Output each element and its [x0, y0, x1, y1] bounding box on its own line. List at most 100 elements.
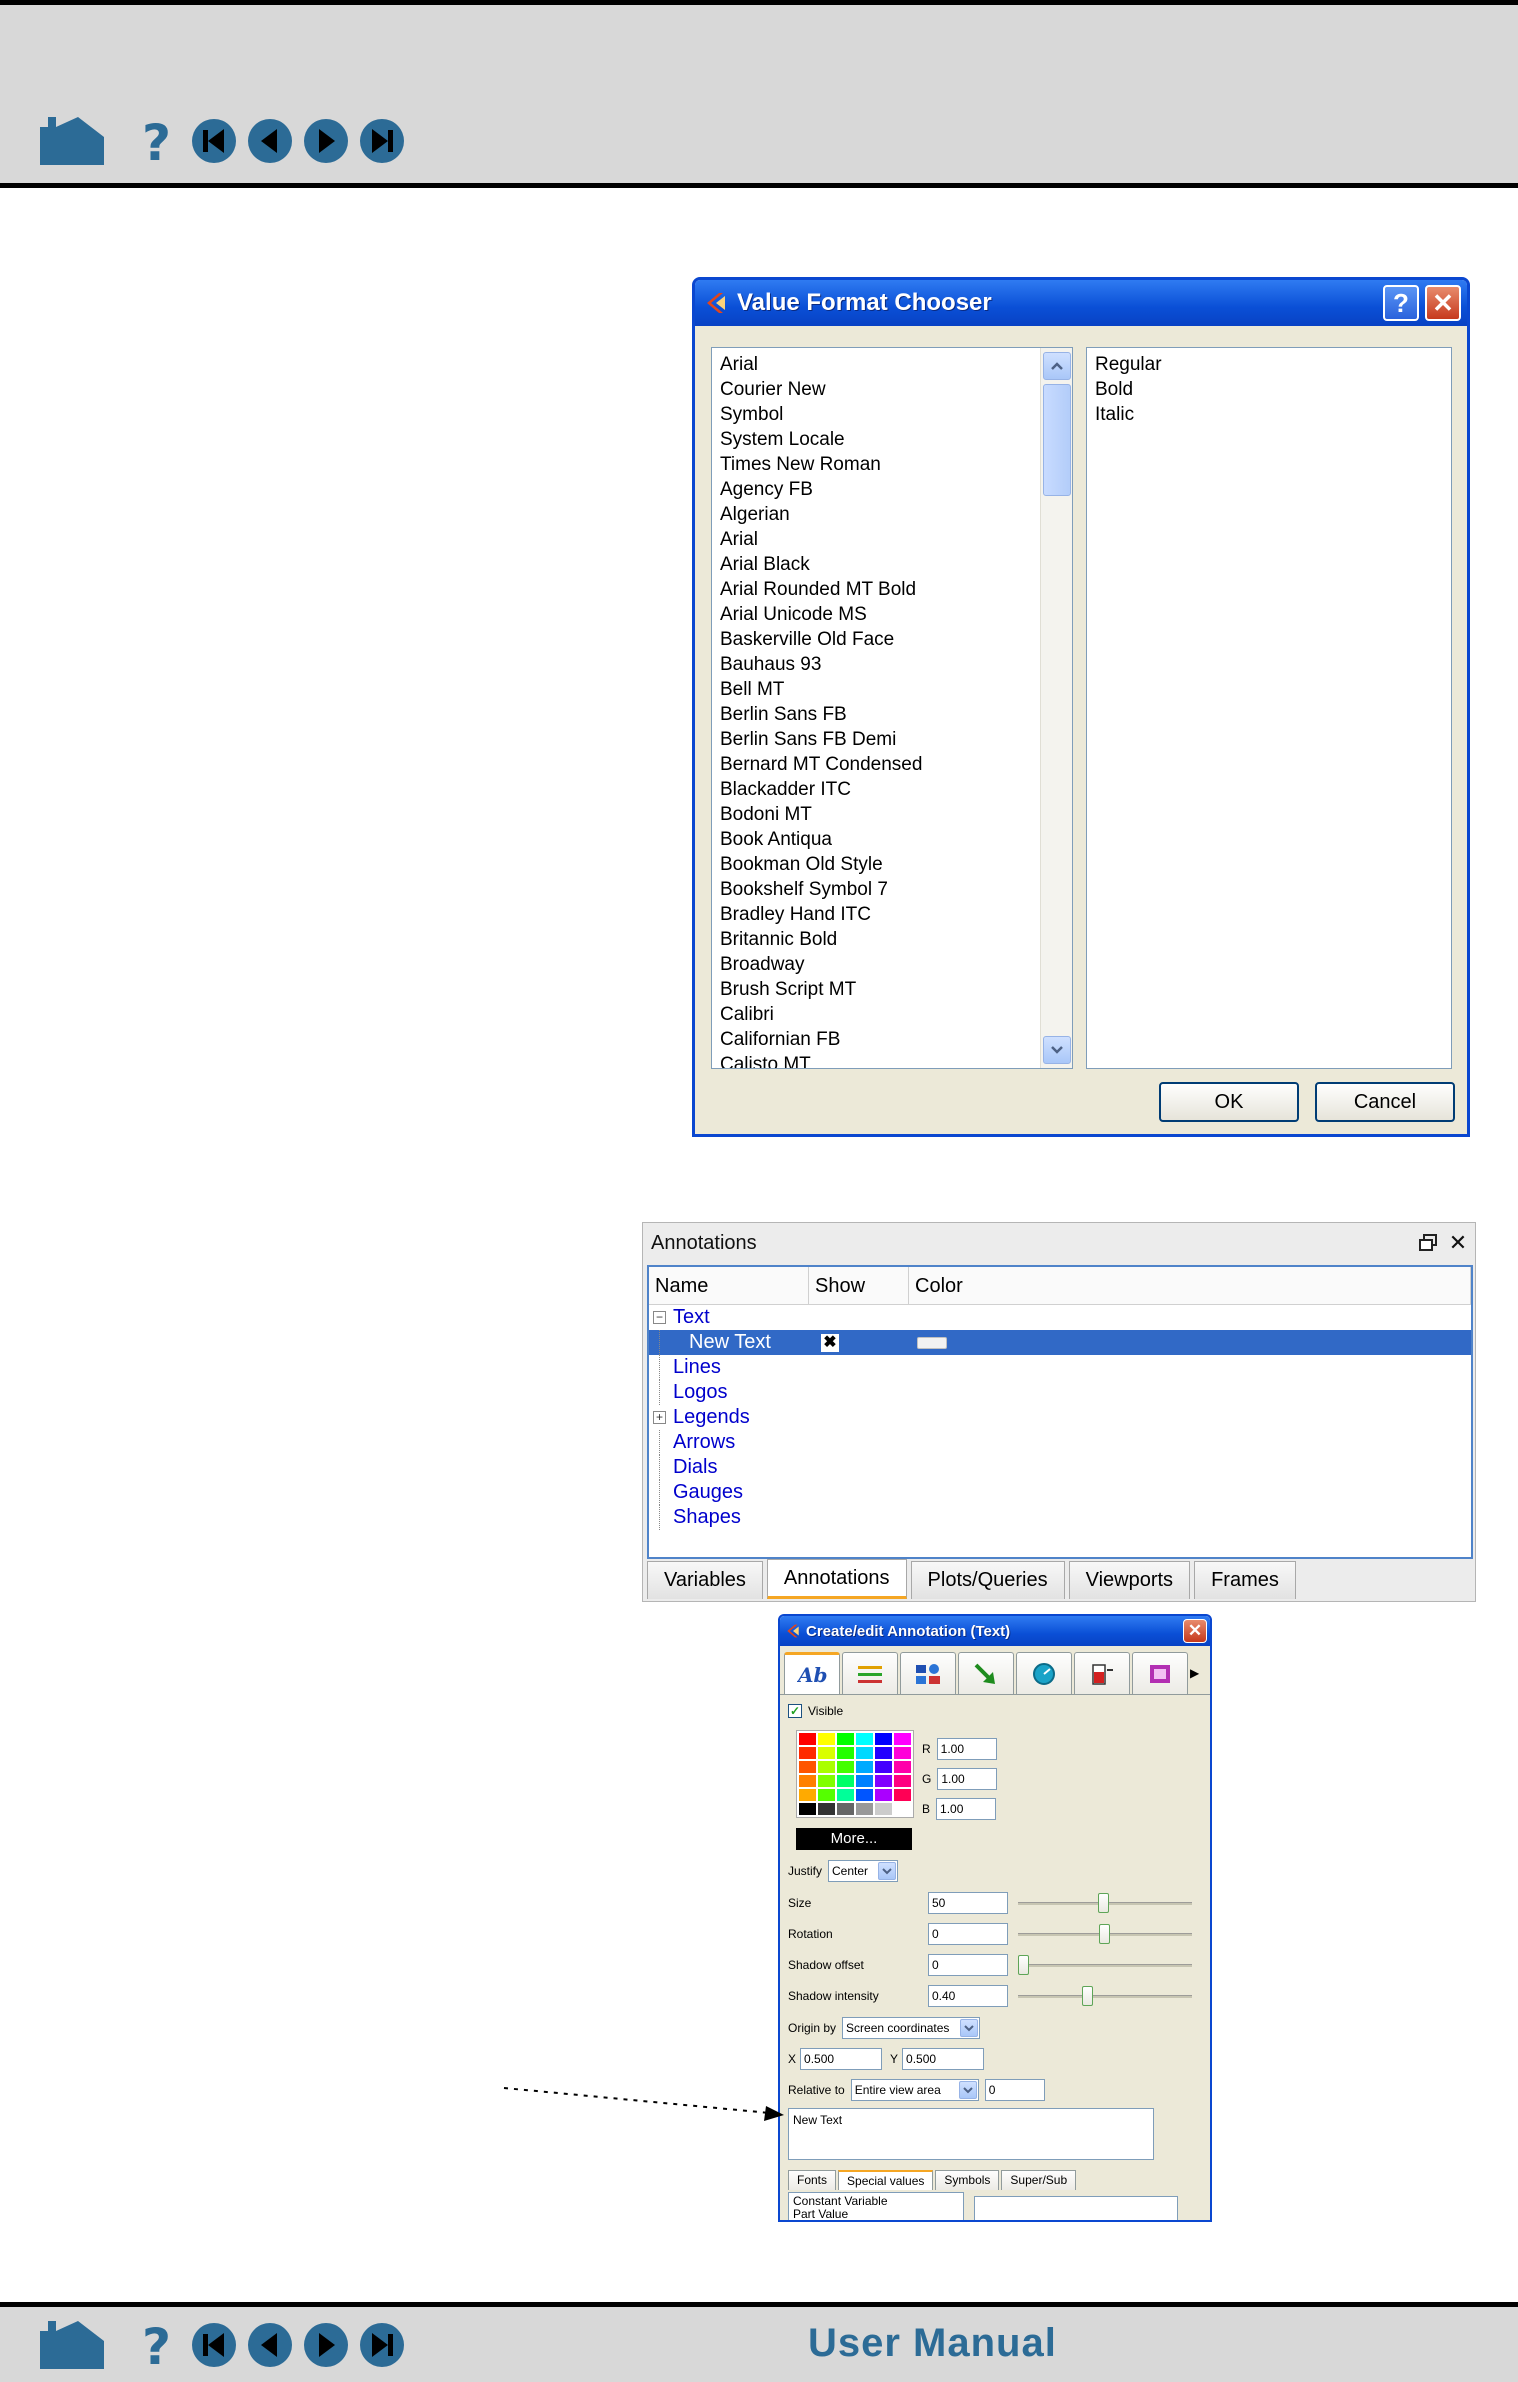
- collapse-icon[interactable]: −: [653, 1311, 666, 1324]
- font-list-item[interactable]: Blackadder ITC: [720, 777, 922, 802]
- tree-row[interactable]: Logos: [649, 1380, 1471, 1405]
- help-icon[interactable]: ?: [134, 2320, 182, 2370]
- text-option-tab[interactable]: Super/Sub: [1001, 2170, 1077, 2190]
- color-palette-swatch[interactable]: [837, 1789, 854, 1801]
- color-palette-swatch[interactable]: [837, 1747, 854, 1759]
- rotation-input[interactable]: 0: [928, 1923, 1008, 1945]
- column-header-show[interactable]: Show: [809, 1267, 909, 1305]
- rotation-slider[interactable]: [1018, 1923, 1192, 1945]
- color-palette-swatch[interactable]: [818, 1761, 835, 1773]
- color-palette-swatch[interactable]: [799, 1733, 816, 1745]
- color-palette-swatch[interactable]: [856, 1733, 873, 1745]
- special-values-list[interactable]: Constant Variable Part Value: [788, 2192, 964, 2221]
- font-list-item[interactable]: Arial Black: [720, 552, 922, 577]
- scroll-up-button[interactable]: [1043, 352, 1071, 380]
- color-palette-swatch[interactable]: [799, 1747, 816, 1759]
- color-palette-swatch[interactable]: [818, 1747, 835, 1759]
- close-button[interactable]: ✕: [1183, 1619, 1207, 1643]
- color-palette-swatch[interactable]: [894, 1789, 911, 1801]
- tabs-scroll-right-icon[interactable]: ▶: [1190, 1652, 1200, 1694]
- home-icon[interactable]: [38, 2321, 106, 2369]
- font-list-scrollbar[interactable]: [1040, 348, 1072, 1068]
- previous-page-icon[interactable]: [246, 2321, 294, 2369]
- arrows-tab[interactable]: [958, 1652, 1014, 1694]
- show-toggle-checkbox[interactable]: ✖: [821, 1334, 839, 1352]
- font-list-item[interactable]: Bauhaus 93: [720, 652, 922, 677]
- color-palette-swatch[interactable]: [837, 1775, 854, 1787]
- special-value-item[interactable]: Part Value: [793, 2208, 959, 2221]
- style-list-item[interactable]: Bold: [1095, 377, 1162, 402]
- shapes-tab[interactable]: [1132, 1652, 1188, 1694]
- font-list-item[interactable]: Symbol: [720, 402, 922, 427]
- size-input[interactable]: 50: [928, 1892, 1008, 1914]
- next-page-icon[interactable]: [302, 117, 350, 165]
- color-palette-swatch[interactable]: [875, 1775, 892, 1787]
- dials-tab[interactable]: [1016, 1652, 1072, 1694]
- font-list-item[interactable]: Bernard MT Condensed: [720, 752, 922, 777]
- ok-button[interactable]: OK: [1159, 1082, 1299, 1122]
- font-list-item[interactable]: Arial: [720, 352, 922, 377]
- scroll-thumb[interactable]: [1043, 384, 1071, 496]
- font-list-item[interactable]: Bodoni MT: [720, 802, 922, 827]
- font-list-item[interactable]: Brush Script MT: [720, 977, 922, 1002]
- dialog-title-bar[interactable]: Create/edit Annotation (Text) ✕: [780, 1616, 1210, 1646]
- text-option-tab[interactable]: Special values: [838, 2170, 934, 2190]
- help-button[interactable]: ?: [1383, 285, 1419, 321]
- slider-thumb[interactable]: [1018, 1955, 1029, 1975]
- font-list-item[interactable]: Agency FB: [720, 477, 922, 502]
- color-palette-swatch[interactable]: [894, 1761, 911, 1773]
- font-list-item[interactable]: Courier New: [720, 377, 922, 402]
- shadow-offset-input[interactable]: 0: [928, 1954, 1008, 1976]
- font-list-item[interactable]: Broadway: [720, 952, 922, 977]
- color-palette-swatch[interactable]: [875, 1803, 892, 1815]
- color-palette-swatch[interactable]: [818, 1803, 835, 1815]
- color-palette-swatch[interactable]: [818, 1733, 835, 1745]
- color-palette-swatch[interactable]: [856, 1775, 873, 1787]
- panel-tab[interactable]: Annotations: [766, 1559, 907, 1599]
- logos-tab[interactable]: [900, 1652, 956, 1694]
- panel-tab[interactable]: Viewports: [1068, 1561, 1191, 1599]
- home-icon[interactable]: [38, 117, 106, 165]
- font-list-item[interactable]: Bookman Old Style: [720, 852, 922, 877]
- tree-row[interactable]: Gauges: [649, 1480, 1471, 1505]
- slider-thumb[interactable]: [1099, 1924, 1110, 1944]
- g-input[interactable]: 1.00: [937, 1768, 998, 1790]
- last-page-icon[interactable]: [358, 2321, 406, 2369]
- r-input[interactable]: 1.00: [936, 1738, 997, 1760]
- dialog-title-bar[interactable]: Value Format Chooser ? ✕: [695, 280, 1467, 326]
- font-family-list[interactable]: Arial Courier New Symbol System Locale Times…: [711, 347, 1073, 1069]
- color-palette-swatch[interactable]: [837, 1761, 854, 1773]
- font-list-item[interactable]: Arial: [720, 527, 922, 552]
- relative-select[interactable]: Entire view area: [850, 2079, 979, 2101]
- color-palette-swatch[interactable]: [894, 1803, 911, 1815]
- color-palette-swatch[interactable]: [818, 1789, 835, 1801]
- font-list-item[interactable]: Bell MT: [720, 677, 922, 702]
- color-palette-swatch[interactable]: [799, 1775, 816, 1787]
- font-list-item[interactable]: Baskerville Old Face: [720, 627, 922, 652]
- font-list-item[interactable]: Book Antiqua: [720, 827, 922, 852]
- font-list-item[interactable]: Berlin Sans FB: [720, 702, 922, 727]
- help-icon[interactable]: ?: [134, 116, 182, 166]
- y-input[interactable]: 0.500: [902, 2048, 985, 2070]
- last-page-icon[interactable]: [358, 117, 406, 165]
- color-palette-swatch[interactable]: [856, 1803, 873, 1815]
- color-palette-swatch[interactable]: [875, 1761, 892, 1773]
- column-header-name[interactable]: Name: [649, 1267, 809, 1305]
- tree-row[interactable]: Dials: [649, 1455, 1471, 1480]
- font-list-item[interactable]: Berlin Sans FB Demi: [720, 727, 922, 752]
- color-palette-swatch[interactable]: [856, 1747, 873, 1759]
- color-palette-swatch[interactable]: [799, 1761, 816, 1773]
- more-colors-button[interactable]: More...: [796, 1828, 912, 1850]
- font-list-item[interactable]: Bookshelf Symbol 7: [720, 877, 922, 902]
- first-page-icon[interactable]: [190, 2321, 238, 2369]
- color-palette-swatch[interactable]: [875, 1789, 892, 1801]
- annotation-text-input[interactable]: New Text: [788, 2108, 1154, 2160]
- color-swatch[interactable]: [917, 1337, 947, 1349]
- font-list-item[interactable]: System Locale: [720, 427, 922, 452]
- color-palette-swatch[interactable]: [894, 1747, 911, 1759]
- text-option-tab[interactable]: Fonts: [788, 2170, 837, 2190]
- tree-row[interactable]: New Text ✖: [649, 1330, 1471, 1355]
- font-list-item[interactable]: Calisto MT: [720, 1052, 922, 1068]
- font-list-item[interactable]: Calibri: [720, 1002, 922, 1027]
- text-tab[interactable]: Ab: [784, 1652, 840, 1694]
